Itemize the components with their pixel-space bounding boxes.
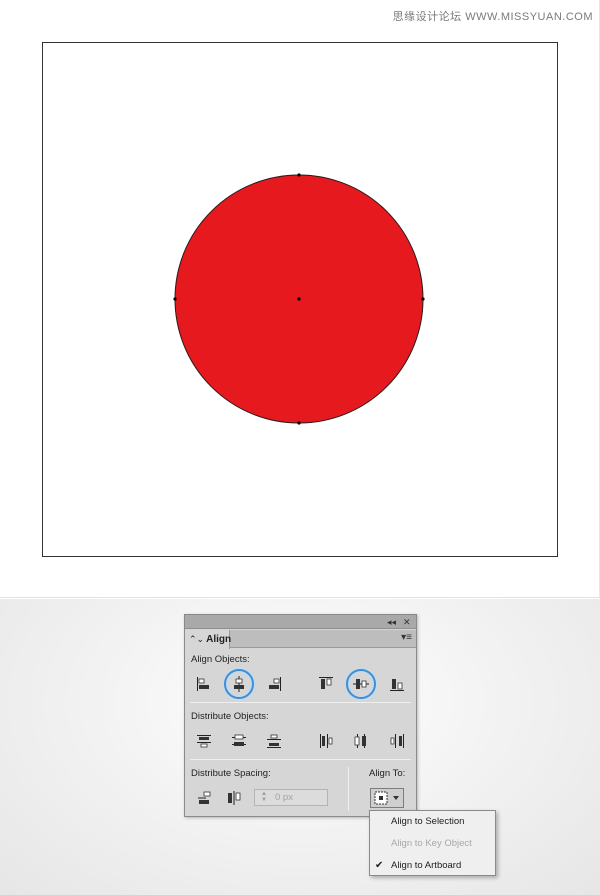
horizontal-distribute-space-icon: [228, 791, 241, 805]
anchor-bottom[interactable]: [297, 421, 301, 425]
panel-tab-row: ⌃⌄ Align ▾≡: [185, 630, 416, 649]
vertical-distribute-center-icon: [232, 734, 246, 746]
horizontal-align-right-button[interactable]: [264, 674, 284, 694]
collapse-icon[interactable]: ◂◂: [387, 616, 396, 628]
menu-item-align-to-artboard[interactable]: ✔ Align to Artboard: [370, 855, 495, 877]
anchor-top[interactable]: [297, 173, 301, 177]
spacing-value: 0 px: [275, 792, 293, 803]
vertical-align-center-icon: [353, 679, 369, 689]
circle-svg[interactable]: [43, 43, 557, 556]
vertical-align-bottom-icon: [390, 679, 404, 691]
horizontal-align-left-button[interactable]: [194, 674, 214, 694]
horizontal-distribute-center-button[interactable]: [351, 731, 371, 751]
vertical-distribute-bottom-button[interactable]: [264, 731, 284, 751]
vertical-align-bottom-button[interactable]: [387, 674, 407, 694]
horizontal-distribute-right-icon: [390, 734, 404, 748]
divider: [190, 702, 411, 703]
center-point[interactable]: [297, 297, 301, 301]
menu-item-align-to-key-object: Align to Key Object: [370, 833, 495, 855]
spacing-input[interactable]: ▲ ▼ 0 px: [254, 789, 328, 806]
menu-item-align-to-selection[interactable]: Align to Selection: [370, 811, 495, 833]
horizontal-align-center-icon: [234, 676, 244, 692]
menu-item-label: Align to Artboard: [391, 860, 462, 871]
menu-item-label: Align to Selection: [391, 816, 465, 827]
horizontal-align-right-icon: [269, 677, 281, 691]
align-to-artboard-icon: [374, 791, 399, 805]
artboard[interactable]: [42, 42, 558, 557]
horizontal-align-center-button[interactable]: [224, 669, 254, 699]
vertical-distribute-space-button[interactable]: [194, 788, 214, 808]
vertical-distribute-bottom-icon: [267, 734, 281, 748]
align-objects-label: Align Objects:: [191, 654, 250, 665]
divider: [190, 759, 411, 760]
vertical-align-top-button[interactable]: [316, 674, 336, 694]
align-to-label: Align To:: [369, 768, 406, 779]
panel-titlebar[interactable]: ◂◂ ✕: [185, 615, 416, 629]
horizontal-distribute-center-icon: [354, 734, 366, 748]
align-to-dropdown-menu: Align to Selection Align to Key Object ✔…: [369, 810, 496, 876]
distribute-objects-label: Distribute Objects:: [191, 711, 269, 722]
spinner-arrows-icon[interactable]: ▲ ▼: [257, 791, 271, 804]
horizontal-align-left-icon: [197, 677, 209, 691]
vertical-distribute-top-button[interactable]: [194, 731, 214, 751]
align-panel: ◂◂ ✕ ⌃⌄ Align ▾≡ Align Objects: Distribut…: [184, 614, 417, 817]
tab-align-label: Align: [206, 634, 232, 645]
vertical-distribute-center-button[interactable]: [229, 731, 249, 751]
horizontal-distribute-space-button[interactable]: [224, 788, 244, 808]
vertical-align-center-button[interactable]: [346, 669, 376, 699]
anchor-left[interactable]: [173, 297, 177, 301]
align-to-dropdown-button[interactable]: [370, 788, 404, 808]
watermark: 思缘设计论坛 WWW.MISSYUAN.COM: [392, 11, 593, 23]
menu-item-label: Align to Key Object: [391, 838, 472, 849]
vertical-distribute-top-icon: [197, 735, 211, 748]
checkmark-icon: ✔: [375, 860, 384, 871]
distribute-spacing-label: Distribute Spacing:: [191, 768, 271, 779]
horizontal-distribute-right-button[interactable]: [387, 731, 407, 751]
anchor-right[interactable]: [421, 297, 425, 301]
tab-align[interactable]: ⌃⌄ Align: [185, 630, 232, 649]
tab-updown-icon[interactable]: ⌃⌄: [189, 634, 204, 644]
close-icon[interactable]: ✕: [403, 616, 411, 628]
canvas-area: 思缘设计论坛 WWW.MISSYUAN.COM: [0, 0, 600, 598]
horizontal-distribute-left-button[interactable]: [316, 731, 336, 751]
vertical-divider: [348, 767, 349, 811]
vertical-distribute-space-icon: [198, 791, 211, 804]
panel-menu-icon[interactable]: ▾≡: [401, 632, 412, 643]
vertical-align-top-icon: [319, 677, 333, 689]
horizontal-distribute-left-icon: [320, 734, 333, 748]
